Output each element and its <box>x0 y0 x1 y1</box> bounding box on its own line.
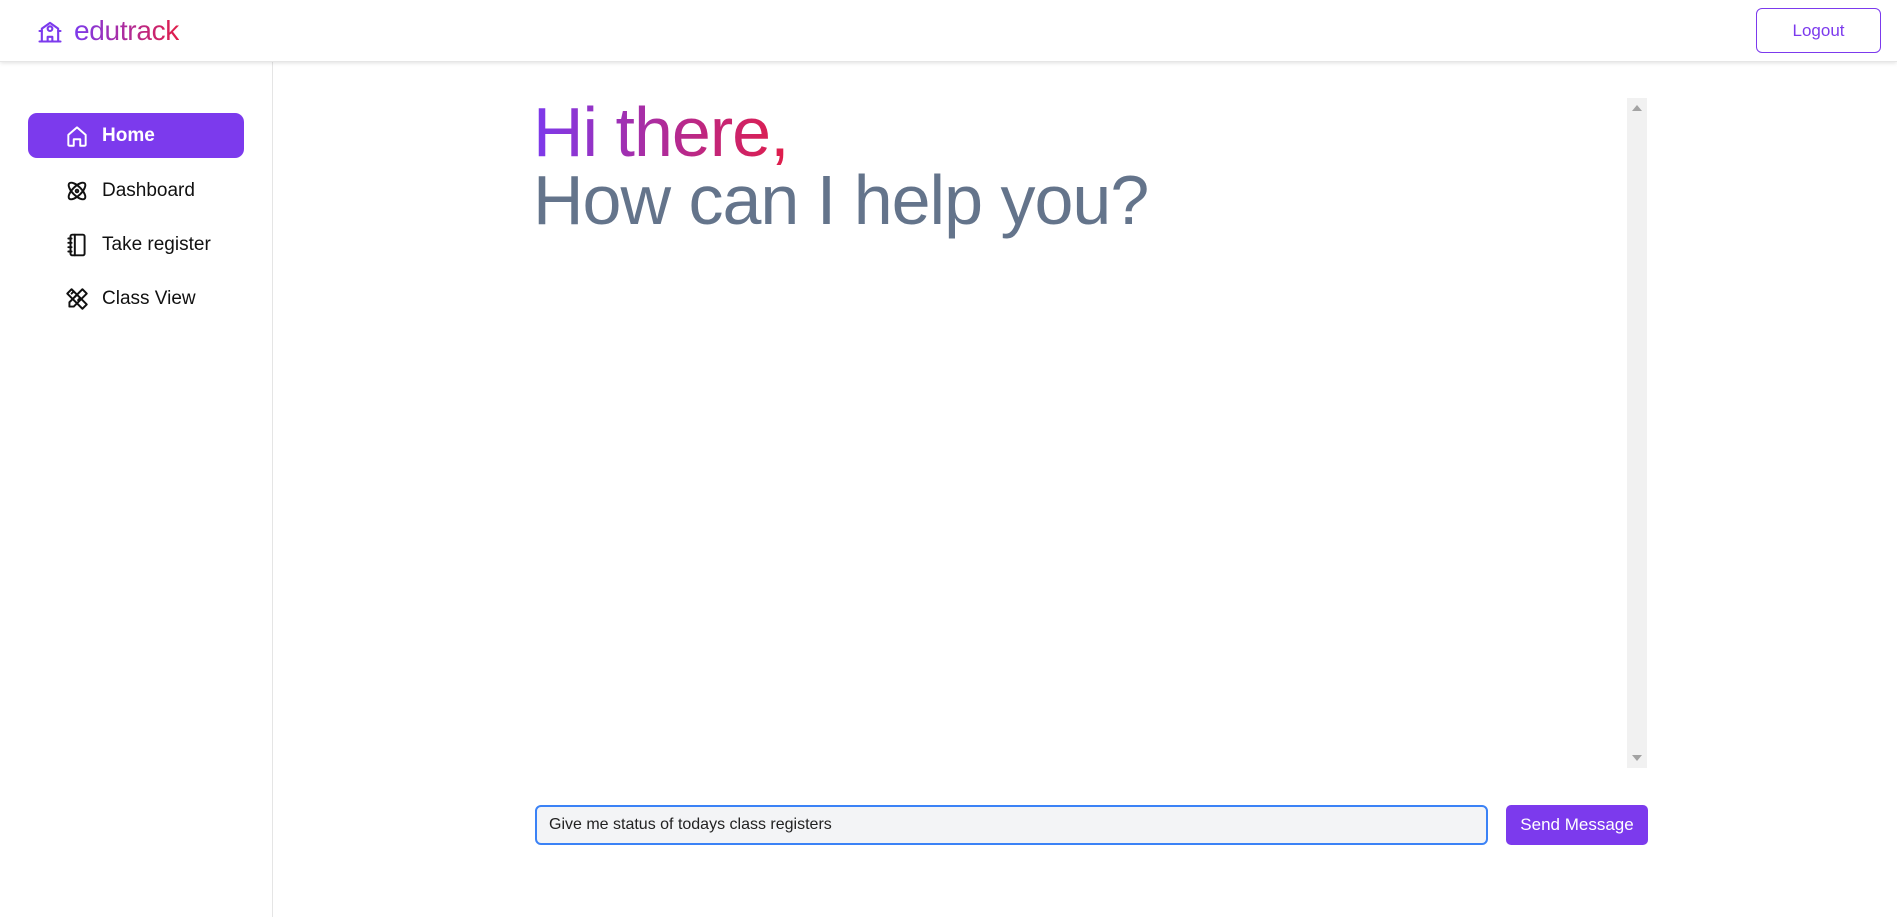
sidebar-item-label: Class View <box>102 287 196 309</box>
notebook-icon <box>67 233 86 256</box>
sidebar-item-class-view[interactable]: Class View <box>28 276 244 321</box>
greeting-subtitle: How can I help you? <box>533 161 1149 239</box>
brand-name: edutrack <box>74 15 179 46</box>
pencil-ruler-icon <box>66 287 88 310</box>
scroll-down-icon[interactable] <box>1632 755 1642 761</box>
sidebar-item-label: Take register <box>102 233 211 255</box>
sidebar-item-home[interactable]: Home <box>28 113 244 158</box>
top-header: edutrack Logout <box>0 0 1897 62</box>
send-message-button[interactable]: Send Message <box>1506 805 1648 845</box>
sidebar-item-label: Dashboard <box>102 179 195 201</box>
sidebar-item-label: Home <box>102 124 155 146</box>
school-icon <box>38 21 62 43</box>
home-icon <box>67 125 87 147</box>
atom-icon <box>67 181 87 200</box>
logout-button[interactable]: Logout <box>1756 8 1881 53</box>
chat-scrollbar[interactable] <box>1627 98 1647 768</box>
scroll-up-icon[interactable] <box>1632 105 1642 111</box>
sidebar-item-dashboard[interactable]: Dashboard <box>28 168 244 213</box>
sidebar: Home Dashboard Take register Class View <box>0 62 273 917</box>
brand-logo[interactable]: edutrack <box>36 14 179 48</box>
message-input[interactable] <box>535 805 1488 845</box>
sidebar-item-take-register[interactable]: Take register <box>28 222 244 267</box>
